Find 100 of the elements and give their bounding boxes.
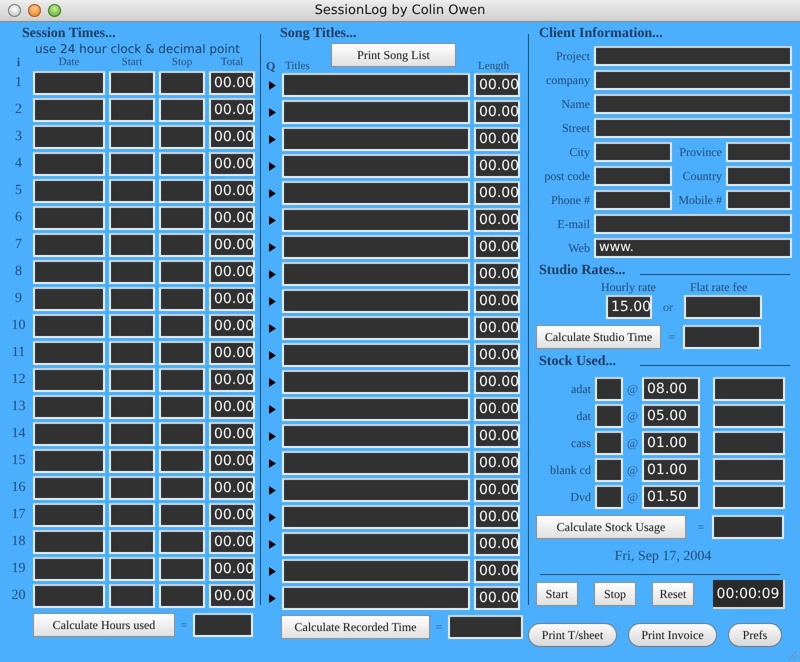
minimize-button[interactable] [28,4,41,17]
input-field[interactable] [282,397,470,421]
input-field[interactable] [109,260,155,284]
input-field[interactable]: www. [594,238,792,258]
print-button[interactable]: Print Invoice [628,623,717,647]
input-field[interactable]: 00.00 [209,152,255,176]
input-field[interactable] [109,395,155,419]
input-field[interactable]: 00.00 [209,314,255,338]
play-icon[interactable] [268,404,276,414]
play-icon[interactable] [268,108,276,116]
print-button[interactable]: Print T/sheet [528,623,617,647]
input-field[interactable]: 00.00 [474,73,520,97]
print-button[interactable]: Print Song List [331,43,456,67]
calculate-button[interactable]: Calculate Recorded Time [281,615,430,639]
input-field[interactable] [282,532,470,556]
play-icon[interactable] [268,566,276,576]
input-field[interactable]: 00.00 [474,370,520,394]
input-field[interactable] [33,368,105,392]
input-field[interactable] [713,431,785,455]
input-field[interactable]: 00.00 [209,584,255,608]
input-field[interactable] [109,584,155,608]
input-field[interactable] [109,314,155,338]
input-field[interactable] [33,395,105,419]
input-field[interactable]: 00.00 [209,260,255,284]
play-icon[interactable] [268,134,276,144]
input-field[interactable]: 00.00 [474,397,520,421]
input-field[interactable]: 00.00 [474,559,520,583]
input-field[interactable] [33,71,105,95]
input-field[interactable] [726,166,792,186]
input-field[interactable] [159,584,205,608]
input-field[interactable] [712,515,784,539]
input-field[interactable]: 00.00 [209,395,255,419]
play-icon[interactable] [268,458,276,468]
input-field[interactable] [33,152,105,176]
input-field[interactable]: 00.00 [474,208,520,232]
input-field[interactable]: 00.00 [474,127,520,151]
input-field[interactable]: 00.00 [474,100,520,124]
input-field[interactable]: 00.00 [474,262,520,286]
input-field[interactable]: 00.00 [474,478,520,502]
input-field[interactable] [109,476,155,500]
input-field[interactable] [33,314,105,338]
play-icon[interactable] [268,296,276,306]
input-field[interactable]: 00.00 [209,125,255,149]
input-field[interactable] [109,125,155,149]
input-field[interactable] [33,557,105,581]
input-field[interactable] [109,152,155,176]
input-field[interactable]: 00.00 [209,98,255,122]
input-field[interactable] [33,179,105,203]
input-field[interactable]: 00.00 [474,316,520,340]
input-field[interactable]: 00.00 [209,530,255,554]
input-field[interactable]: 00.00 [209,368,255,392]
input-field[interactable] [282,316,470,340]
play-icon[interactable] [268,594,276,602]
input-field[interactable] [159,314,205,338]
input-field[interactable] [159,125,205,149]
input-field[interactable] [109,422,155,446]
input-field[interactable] [109,233,155,257]
input-field[interactable] [282,289,470,313]
input-field[interactable] [159,341,205,365]
input-field[interactable] [109,530,155,554]
zoom-button[interactable] [48,4,61,17]
input-field[interactable]: 00.00 [474,343,520,367]
play-icon[interactable] [268,162,276,170]
input-field[interactable] [33,233,105,257]
input-field[interactable] [595,377,623,401]
resize-grip-icon[interactable] [786,648,798,660]
timer-button[interactable]: Reset [652,582,694,606]
input-field[interactable]: 08.00 [642,377,700,401]
input-field[interactable] [282,262,470,286]
input-field[interactable]: 15.00 [606,295,652,319]
input-field[interactable]: 05.00 [642,404,700,428]
input-field[interactable] [33,584,105,608]
input-field[interactable] [282,505,470,529]
input-field[interactable] [193,613,253,637]
input-field[interactable] [595,404,623,428]
input-field[interactable]: 00.00 [474,424,520,448]
input-field[interactable] [159,476,205,500]
input-field[interactable] [282,73,470,97]
input-field[interactable]: 00.00 [209,476,255,500]
input-field[interactable] [109,341,155,365]
input-field[interactable]: 00.00 [209,557,255,581]
play-icon[interactable] [268,242,276,252]
input-field[interactable]: 00.00 [474,289,520,313]
input-field[interactable] [109,98,155,122]
input-field[interactable] [33,287,105,311]
play-icon[interactable] [268,324,276,332]
input-field[interactable] [159,98,205,122]
input-field[interactable]: 00.00 [209,503,255,527]
input-field[interactable]: 01.00 [642,458,700,482]
input-field[interactable] [109,449,155,473]
input-field[interactable] [683,325,761,349]
input-field[interactable] [282,235,470,259]
input-field[interactable]: 00.00 [209,206,255,230]
input-field[interactable]: 00.00 [209,449,255,473]
input-field[interactable] [33,260,105,284]
input-field[interactable] [595,431,623,455]
input-field[interactable] [159,530,205,554]
input-field[interactable] [282,343,470,367]
input-field[interactable]: 00.00 [474,181,520,205]
input-field[interactable] [109,557,155,581]
